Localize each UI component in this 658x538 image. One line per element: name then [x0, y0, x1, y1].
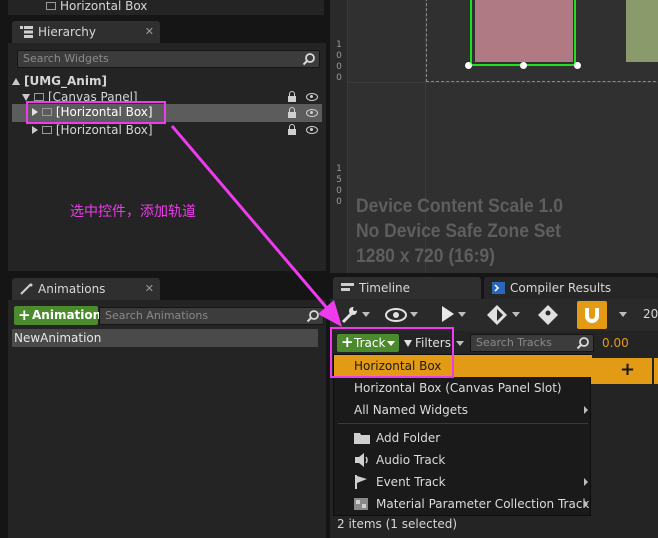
annotation-arrow — [170, 125, 342, 327]
